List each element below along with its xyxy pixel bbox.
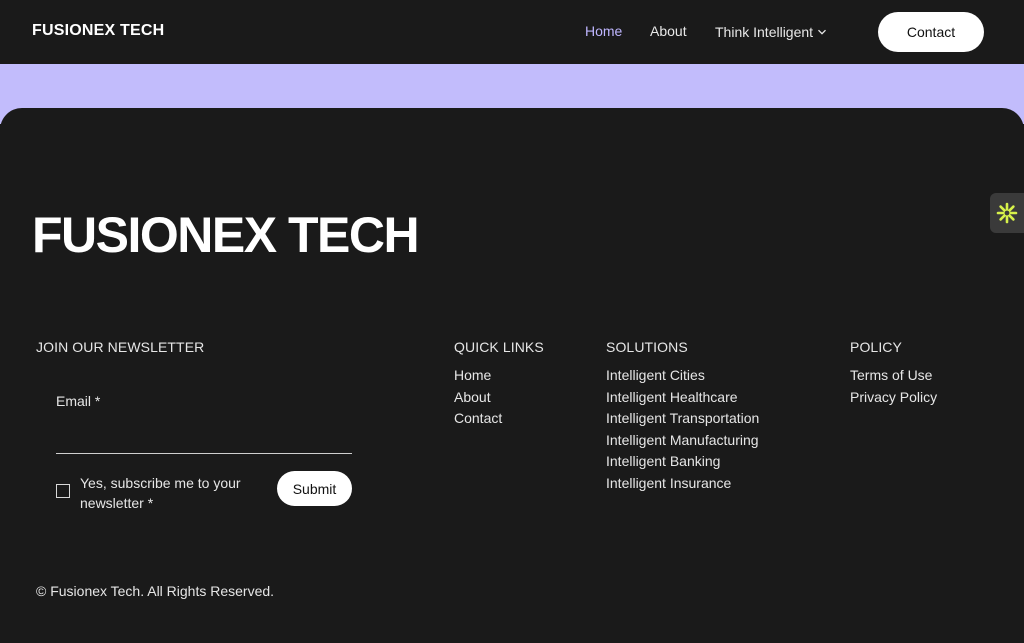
- header-logo[interactable]: FUSIONEX TECH: [32, 22, 164, 40]
- nav-think-intelligent[interactable]: Think Intelligent: [715, 23, 827, 41]
- email-input[interactable]: [56, 426, 352, 454]
- policy-heading: POLICY: [850, 339, 902, 355]
- quick-link-contact[interactable]: Contact: [454, 410, 502, 432]
- policy-list: Terms of Use Privacy Policy: [850, 367, 937, 410]
- solution-link-banking[interactable]: Intelligent Banking: [606, 453, 759, 475]
- nav-home[interactable]: Home: [585, 23, 622, 41]
- quick-links-heading: QUICK LINKS: [454, 339, 544, 355]
- solution-link-healthcare[interactable]: Intelligent Healthcare: [606, 389, 759, 411]
- email-label: Email *: [56, 393, 101, 409]
- solution-link-insurance[interactable]: Intelligent Insurance: [606, 475, 759, 497]
- newsletter-heading: JOIN OUR NEWSLETTER: [36, 339, 205, 355]
- solution-link-cities[interactable]: Intelligent Cities: [606, 367, 759, 389]
- solutions-list: Intelligent Cities Intelligent Healthcar…: [606, 367, 759, 497]
- policy-link-terms[interactable]: Terms of Use: [850, 367, 937, 389]
- solution-link-manufacturing[interactable]: Intelligent Manufacturing: [606, 432, 759, 454]
- quick-links-list: Home About Contact: [454, 367, 502, 432]
- solution-link-transportation[interactable]: Intelligent Transportation: [606, 410, 759, 432]
- quick-link-about[interactable]: About: [454, 389, 502, 411]
- submit-button[interactable]: Submit: [277, 471, 352, 506]
- side-widget-button[interactable]: [990, 193, 1024, 233]
- subscribe-label: Yes, subscribe me to your newsletter *: [80, 475, 241, 511]
- contact-button[interactable]: Contact: [878, 12, 984, 52]
- site-header: FUSIONEX TECH Home About Think Intellige…: [0, 0, 1024, 64]
- nav-think-intelligent-label: Think Intelligent: [715, 24, 814, 40]
- footer-logo: FUSIONEX TECH: [32, 207, 420, 263]
- copyright-text: © Fusionex Tech. All Rights Reserved.: [36, 583, 275, 599]
- subscribe-checkbox[interactable]: [56, 484, 70, 498]
- solutions-heading: SOLUTIONS: [606, 339, 688, 355]
- quick-link-home[interactable]: Home: [454, 367, 502, 389]
- site-footer: FUSIONEX TECH JOIN OUR NEWSLETTER Email …: [0, 108, 1024, 643]
- asterisk-flower-icon: [996, 202, 1018, 224]
- chevron-down-icon: [818, 29, 827, 35]
- nav-about[interactable]: About: [650, 23, 687, 41]
- policy-link-privacy[interactable]: Privacy Policy: [850, 389, 937, 411]
